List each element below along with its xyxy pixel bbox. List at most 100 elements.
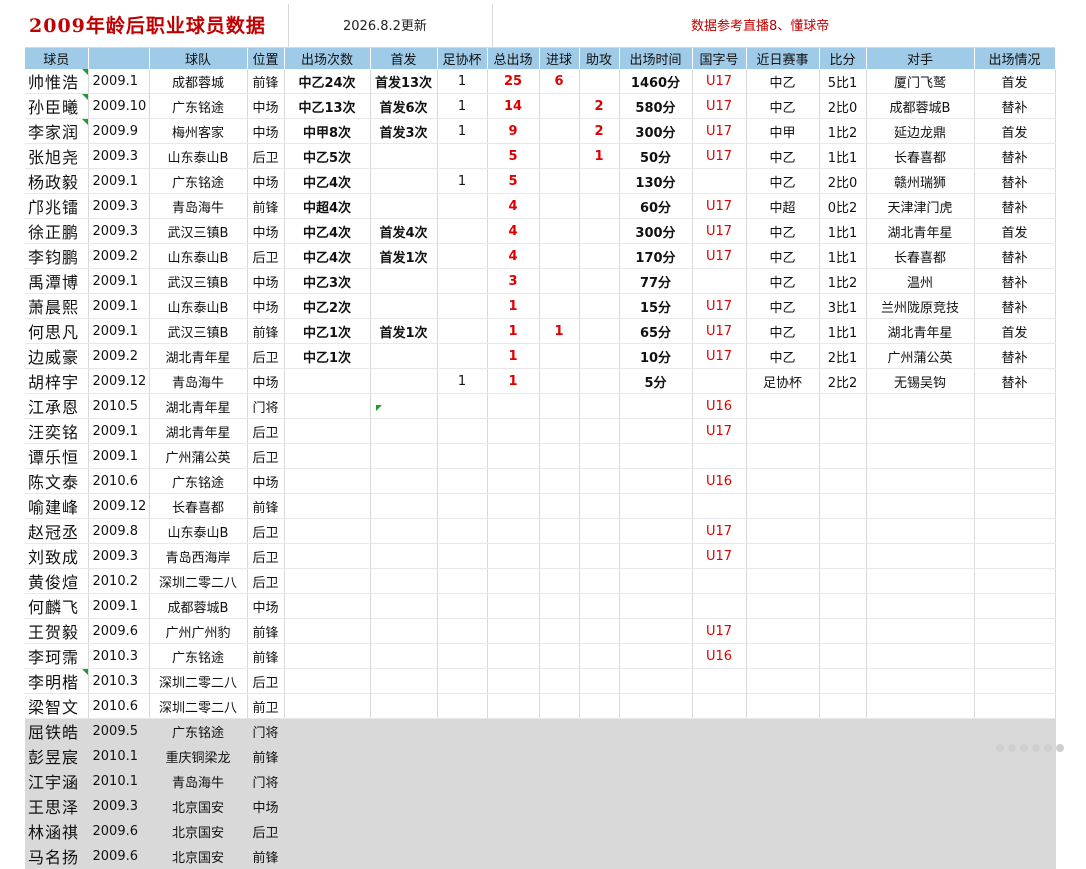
fa-cup-cell[interactable] [437,268,488,294]
team-cell[interactable]: 青岛海牛 [149,193,248,219]
goals-cell[interactable] [539,268,580,294]
player-name-cell[interactable]: 梁智文 [25,693,89,719]
total-apps-cell[interactable]: 9 [487,118,540,144]
team-cell[interactable]: 广州广州豹 [149,618,248,644]
score-cell[interactable]: 1比1 [819,218,867,244]
fa-cup-cell[interactable] [437,743,488,769]
assists-cell[interactable] [579,368,620,394]
starts-cell[interactable] [370,818,438,844]
opponent-cell[interactable] [866,693,975,719]
goals-cell[interactable] [539,143,580,169]
assists-cell[interactable] [579,318,620,344]
appearances-cell[interactable] [284,468,371,494]
appearances-cell[interactable]: 中超4次 [284,193,371,219]
status-cell[interactable] [974,643,1056,669]
total-apps-cell[interactable]: 14 [487,93,540,119]
position-cell[interactable]: 后卫 [247,243,285,269]
opponent-cell[interactable]: 延边龙鼎 [866,118,975,144]
total-apps-cell[interactable]: 5 [487,143,540,169]
birth-cell[interactable]: 2009.3 [88,193,150,219]
opponent-cell[interactable] [866,668,975,694]
opponent-cell[interactable] [866,643,975,669]
appearances-cell[interactable] [284,393,371,419]
score-cell[interactable]: 1比2 [819,268,867,294]
team-cell[interactable]: 湖北青年星 [149,343,248,369]
birth-cell[interactable]: 2009.1 [88,168,150,194]
birth-cell[interactable]: 2009.9 [88,118,150,144]
national-team-cell[interactable] [692,668,747,694]
minutes-cell[interactable] [619,843,693,869]
score-cell[interactable]: 1比2 [819,118,867,144]
status-cell[interactable]: 替补 [974,268,1056,294]
position-cell[interactable]: 后卫 [247,568,285,594]
national-team-cell[interactable]: U17 [692,218,747,244]
column-header[interactable]: 位置 [247,48,285,69]
birth-cell[interactable]: 2009.2 [88,243,150,269]
team-cell[interactable]: 长春喜都 [149,493,248,519]
team-cell[interactable]: 青岛海牛 [149,368,248,394]
assists-cell[interactable] [579,218,620,244]
player-name-cell[interactable]: 王贺毅 [25,618,89,644]
minutes-cell[interactable] [619,793,693,819]
column-header[interactable]: 助攻 [579,48,620,69]
player-name-cell[interactable]: 李珂霈 [25,643,89,669]
national-team-cell[interactable]: U17 [692,193,747,219]
status-cell[interactable] [974,518,1056,544]
appearances-cell[interactable] [284,543,371,569]
fa-cup-cell[interactable] [437,793,488,819]
assists-cell[interactable] [579,468,620,494]
total-apps-cell[interactable] [487,743,540,769]
appearances-cell[interactable]: 中乙4次 [284,243,371,269]
player-name-cell[interactable]: 马名扬 [25,843,89,869]
goals-cell[interactable] [539,618,580,644]
opponent-cell[interactable] [866,518,975,544]
column-header[interactable] [88,48,150,69]
assists-cell[interactable] [579,793,620,819]
national-team-cell[interactable]: U17 [692,243,747,269]
team-cell[interactable]: 武汉三镇B [149,268,248,294]
player-name-cell[interactable]: 萧晨熙 [25,293,89,319]
total-apps-cell[interactable] [487,718,540,744]
goals-cell[interactable] [539,768,580,794]
position-cell[interactable]: 中场 [247,218,285,244]
recent-match-cell[interactable]: 中乙 [746,168,820,194]
column-header[interactable]: 出场情况 [974,48,1056,69]
starts-cell[interactable] [370,543,438,569]
total-apps-cell[interactable] [487,468,540,494]
score-cell[interactable]: 1比1 [819,143,867,169]
player-name-cell[interactable]: 彭昱宸 [25,743,89,769]
fa-cup-cell[interactable] [437,568,488,594]
column-header[interactable]: 进球 [539,48,580,69]
column-header[interactable]: 首发 [370,48,438,69]
total-apps-cell[interactable] [487,668,540,694]
team-cell[interactable]: 北京国安 [149,818,248,844]
opponent-cell[interactable]: 赣州瑞狮 [866,168,975,194]
minutes-cell[interactable]: 130分 [619,168,693,194]
birth-cell[interactable]: 2010.6 [88,693,150,719]
birth-cell[interactable]: 2010.3 [88,643,150,669]
goals-cell[interactable] [539,793,580,819]
goals-cell[interactable] [539,568,580,594]
birth-cell[interactable]: 2009.3 [88,543,150,569]
opponent-cell[interactable] [866,568,975,594]
appearances-cell[interactable] [284,568,371,594]
status-cell[interactable]: 替补 [974,293,1056,319]
national-team-cell[interactable]: U17 [692,293,747,319]
team-cell[interactable]: 深圳二零二八 [149,668,248,694]
player-name-cell[interactable]: 王思泽 [25,793,89,819]
recent-match-cell[interactable] [746,618,820,644]
opponent-cell[interactable] [866,618,975,644]
opponent-cell[interactable] [866,743,975,769]
goals-cell[interactable] [539,93,580,119]
team-cell[interactable]: 梅州客家 [149,118,248,144]
position-cell[interactable]: 中场 [247,93,285,119]
assists-cell[interactable] [579,593,620,619]
score-cell[interactable] [819,843,867,869]
minutes-cell[interactable] [619,643,693,669]
position-cell[interactable]: 门将 [247,718,285,744]
assists-cell[interactable] [579,668,620,694]
total-apps-cell[interactable]: 1 [487,293,540,319]
total-apps-cell[interactable]: 4 [487,218,540,244]
appearances-cell[interactable]: 中甲8次 [284,118,371,144]
birth-cell[interactable]: 2009.1 [88,318,150,344]
